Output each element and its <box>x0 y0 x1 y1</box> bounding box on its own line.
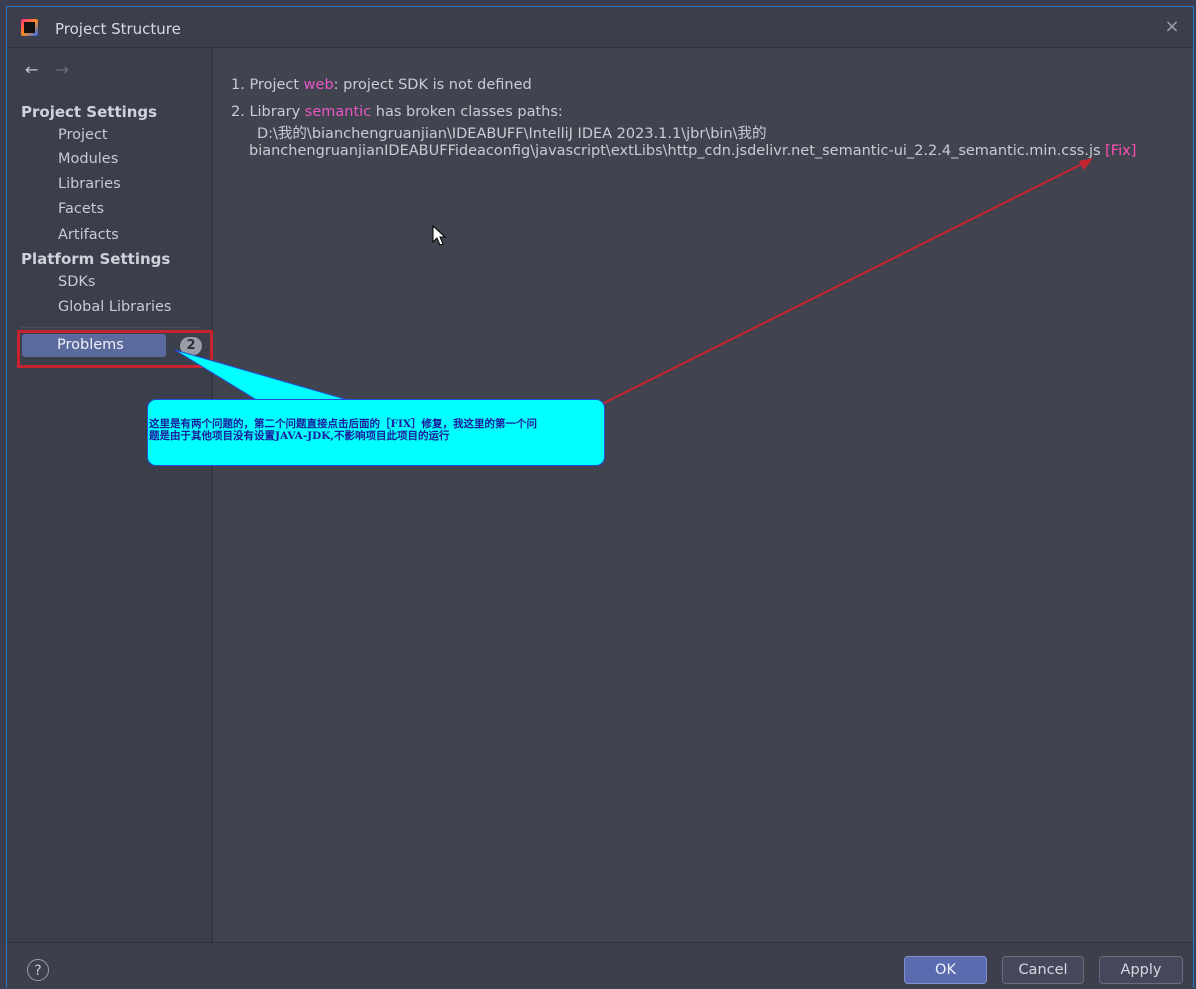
annotation-callout: 这里是有两个问题的，第二个问题直接点击后面的［FIX］修复，我这里的第一个问 题… <box>147 399 605 466</box>
annotation-arrowhead <box>1079 158 1093 170</box>
annotation-line-1: 这里是有两个问题的，第二个问题直接点击后面的［FIX］修复，我这里的第一个问 <box>149 418 538 430</box>
mouse-cursor-icon <box>432 225 446 246</box>
callout-pointer <box>174 349 356 403</box>
annotation-arrow-line <box>587 159 1091 412</box>
annotation-text: 这里是有两个问题的，第二个问题直接点击后面的［FIX］修复，我这里的第一个问 题… <box>149 418 604 442</box>
annotation-overlay <box>174 158 1093 412</box>
annotation-line-2: 题是由于其他项目没有设置JAVA-JDK,不影响项目此项目的运行 <box>149 430 450 442</box>
